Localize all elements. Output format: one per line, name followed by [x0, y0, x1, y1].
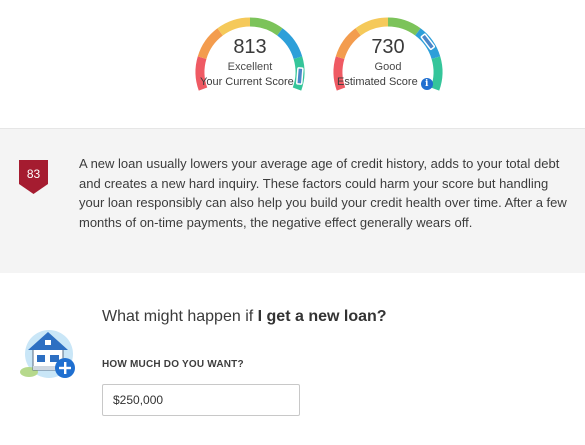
- amount-input[interactable]: [102, 384, 300, 416]
- amount-label: HOW MUCH DO YOU WANT?: [102, 359, 244, 370]
- gauge-segment: [249, 17, 283, 36]
- gauge-segment: [217, 17, 251, 36]
- current-score-label: Your Current Score: [200, 76, 294, 88]
- estimated-score-label: Estimated Score: [337, 76, 418, 88]
- current-score-value: 813: [233, 36, 267, 58]
- question-emphasis: I get a new loan?: [257, 308, 387, 325]
- impact-description: A new loan usually lowers your average a…: [79, 156, 567, 230]
- estimated-score-rating: Good: [374, 61, 402, 73]
- gauge-segment: [387, 17, 421, 36]
- estimated-score-value: 730: [371, 36, 405, 58]
- estimated-score-label-row: Estimated Score i: [337, 76, 433, 90]
- gauge-segment: [355, 17, 389, 36]
- score-gauges: 813 Excellent Your Current Score 730 Goo…: [0, 0, 585, 128]
- impact-panel: 83 A new loan usually lowers your averag…: [0, 128, 585, 274]
- house-plus-icon: [20, 330, 75, 378]
- impact-badge-value: 83: [26, 167, 41, 181]
- whatif-question: What might happen if I get a new loan?: [102, 308, 387, 326]
- current-score-rating: Excellent: [227, 61, 273, 73]
- info-icon[interactable]: i: [420, 78, 433, 90]
- whatif-section: What might happen if I get a new loan? H…: [0, 273, 585, 445]
- impact-badge: 83: [19, 160, 48, 194]
- question-prefix: What might happen if: [102, 308, 258, 325]
